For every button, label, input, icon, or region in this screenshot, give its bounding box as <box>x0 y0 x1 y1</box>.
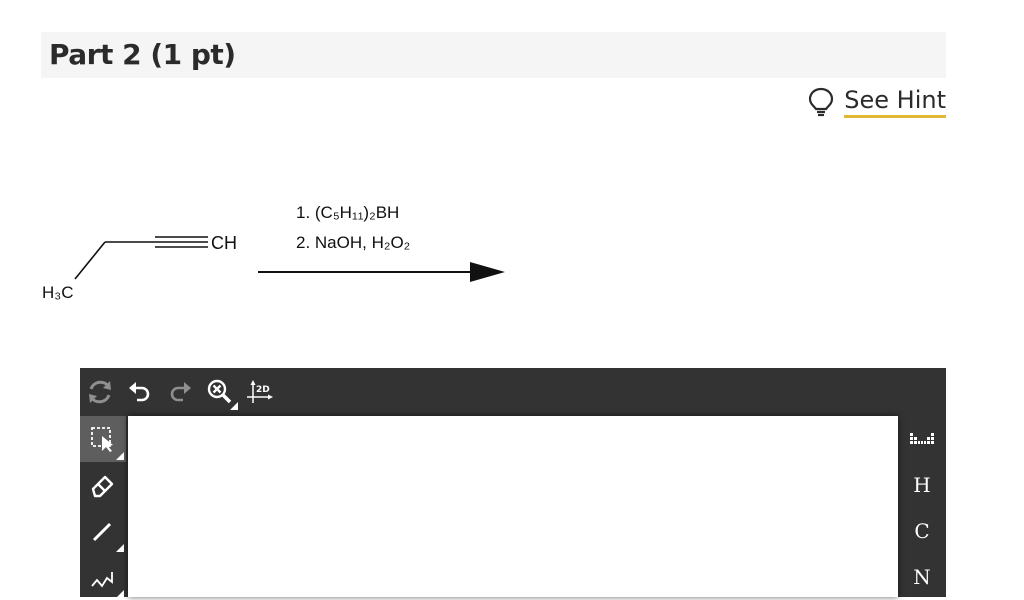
lasso-select-button[interactable] <box>80 416 126 462</box>
periodic-table-button[interactable] <box>898 416 946 462</box>
see-hint-button[interactable]: See Hint <box>808 84 946 120</box>
reaction-svg: CH H₃C 1. (C₅H₁₁)₂BH 2. NaOH, H₂O₂ <box>42 203 505 302</box>
sketcher-top-toolbar: 2D <box>80 368 280 416</box>
reagent-step-1: 1. (C₅H₁₁)₂BH <box>296 203 399 222</box>
atom-n-label: N <box>913 565 931 589</box>
2d-clean-icon: 2D <box>247 380 273 403</box>
sketcher-right-toolbar: H C N <box>898 416 946 600</box>
atom-h-label: H <box>913 473 931 497</box>
2d-clean-button[interactable]: 2D <box>240 372 280 412</box>
zoom-clear-button[interactable] <box>200 372 240 412</box>
eraser-icon <box>91 475 114 498</box>
lightbulb-icon <box>809 87 834 117</box>
see-hint-label[interactable]: See Hint <box>844 86 946 118</box>
reactant-ch-label: CH <box>211 233 237 253</box>
lasso-select-icon <box>91 427 113 452</box>
single-bond-icon <box>92 522 112 542</box>
structure-sketcher: 2D H C N <box>80 368 946 600</box>
periodic-table-icon <box>910 433 934 444</box>
redo-icon <box>170 382 191 402</box>
reactant-h3c-label: H₃C <box>42 283 73 302</box>
sketcher-left-toolbar <box>80 416 128 600</box>
atom-c-button[interactable]: C <box>898 508 946 554</box>
undo-button[interactable] <box>120 372 160 412</box>
drawing-canvas[interactable] <box>128 416 898 597</box>
chain-icon <box>91 572 113 588</box>
chain-button[interactable] <box>80 554 126 600</box>
part-header: Part 2 (1 pt) <box>41 32 946 78</box>
refresh-button[interactable] <box>80 372 120 412</box>
single-bond-button[interactable] <box>80 508 126 554</box>
eraser-button[interactable] <box>80 462 126 508</box>
reaction-scheme: CH H₃C 1. (C₅H₁₁)₂BH 2. NaOH, H₂O₂ <box>30 190 530 320</box>
redo-button[interactable] <box>160 372 200 412</box>
part-title: Part 2 (1 pt) <box>49 38 236 71</box>
atom-n-button[interactable]: N <box>898 554 946 600</box>
reaction-arrowhead <box>470 262 505 282</box>
zoom-clear-icon <box>207 379 232 404</box>
undo-icon <box>129 382 150 402</box>
atom-c-label: C <box>914 519 930 543</box>
reagent-step-2: 2. NaOH, H₂O₂ <box>296 233 410 252</box>
refresh-icon <box>89 380 111 404</box>
atom-h-button[interactable]: H <box>898 462 946 508</box>
2d-clean-label: 2D <box>256 385 270 395</box>
